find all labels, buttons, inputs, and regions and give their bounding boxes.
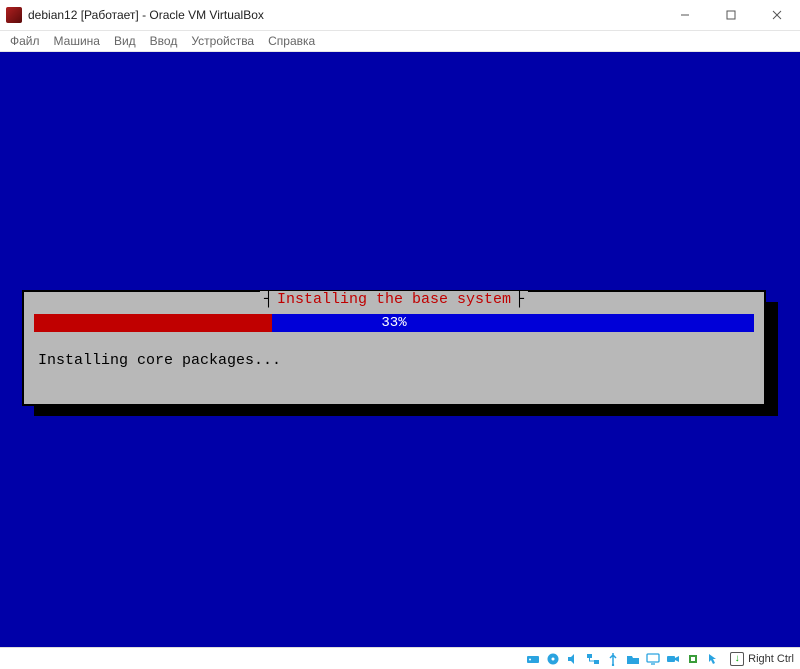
display-icon[interactable] (644, 651, 662, 667)
menu-input[interactable]: Ввод (150, 30, 178, 52)
host-key-indicator[interactable]: ↓ Right Ctrl (730, 652, 794, 666)
virtualbox-app-icon (6, 7, 22, 23)
cpu-icon[interactable] (684, 651, 702, 667)
guest-display[interactable]: ┤ Installing the base system ├ 33% Insta… (0, 52, 800, 647)
menu-devices[interactable]: Устройства (191, 30, 254, 52)
menu-machine[interactable]: Машина (54, 30, 100, 52)
title-bracket-right: ├ (515, 292, 524, 307)
window-close-button[interactable] (754, 0, 800, 30)
menu-help[interactable]: Справка (268, 30, 315, 52)
dialog-title: Installing the base system (277, 291, 511, 308)
installer-dialog: ┤ Installing the base system ├ 33% Insta… (22, 290, 766, 406)
window-minimize-button[interactable] (662, 0, 708, 30)
recording-icon[interactable] (664, 651, 682, 667)
vbox-statusbar: ↓ Right Ctrl (0, 647, 800, 669)
installer-status-text: Installing core packages... (38, 352, 281, 369)
window-title: debian12 [Работает] - Oracle VM VirtualB… (28, 8, 264, 22)
menu-view[interactable]: Вид (114, 30, 136, 52)
host-key-arrow-icon: ↓ (730, 652, 744, 666)
usb-icon[interactable] (604, 651, 622, 667)
window-titlebar: debian12 [Работает] - Oracle VM VirtualB… (0, 0, 800, 30)
menubar: Файл Машина Вид Ввод Устройства Справка (0, 30, 800, 52)
title-bracket-left: ┤ (264, 292, 273, 307)
progress-percent-label: 33% (34, 314, 754, 332)
mouse-integration-icon[interactable] (704, 651, 722, 667)
progress-bar: 33% (34, 314, 754, 332)
menu-file[interactable]: Файл (10, 30, 40, 52)
dialog-title-wrap: ┤ Installing the base system ├ (260, 291, 528, 308)
shared-folder-icon[interactable] (624, 651, 642, 667)
optical-disc-icon[interactable] (544, 651, 562, 667)
hard-disk-icon[interactable] (524, 651, 542, 667)
window-maximize-button[interactable] (708, 0, 754, 30)
audio-icon[interactable] (564, 651, 582, 667)
network-icon[interactable] (584, 651, 602, 667)
host-key-label: Right Ctrl (748, 653, 794, 665)
